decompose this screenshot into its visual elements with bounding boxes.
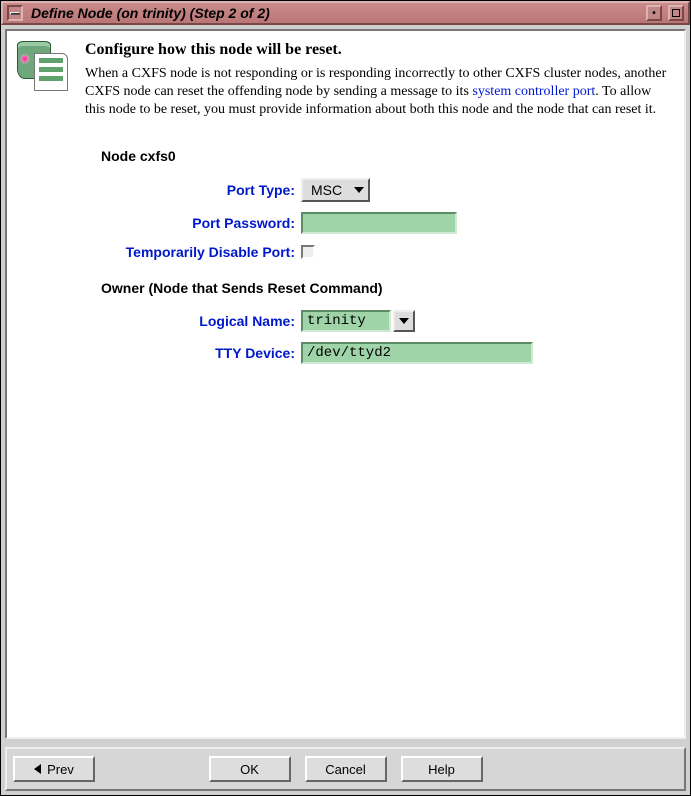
- cancel-button[interactable]: Cancel: [305, 756, 387, 782]
- cancel-button-label: Cancel: [325, 762, 365, 777]
- node-section-title: Node cxfs0: [101, 148, 674, 164]
- disable-port-checkbox[interactable]: [301, 245, 315, 259]
- port-type-arrow: [350, 180, 368, 200]
- square-icon: [672, 9, 680, 17]
- port-password-row: Port Password:: [101, 212, 674, 234]
- ok-button-label: OK: [240, 762, 259, 777]
- tty-device-row: TTY Device:: [101, 342, 674, 364]
- system-menu-button[interactable]: [7, 5, 23, 21]
- minimize-button[interactable]: •: [646, 5, 662, 21]
- port-type-row: Port Type: MSC: [101, 178, 674, 202]
- prev-button[interactable]: Prev: [13, 756, 95, 782]
- tty-device-input[interactable]: [301, 342, 533, 364]
- chevron-down-icon: [354, 187, 364, 193]
- system-controller-port-link[interactable]: system controller port: [472, 84, 595, 99]
- chevron-down-icon: [399, 318, 409, 324]
- maximize-button[interactable]: [668, 5, 684, 21]
- logical-name-input[interactable]: [301, 310, 391, 332]
- intro-text: Configure how this node will be reset. W…: [85, 39, 674, 126]
- port-type-value: MSC: [303, 180, 350, 200]
- port-password-label: Port Password:: [101, 215, 301, 231]
- dot-icon: •: [652, 8, 656, 19]
- port-type-label: Port Type:: [101, 182, 301, 198]
- logical-name-row: Logical Name:: [101, 310, 674, 332]
- owner-section-title: Owner (Node that Sends Reset Command): [101, 280, 674, 296]
- form-area: Node cxfs0 Port Type: MSC Port Password:…: [17, 148, 674, 374]
- tty-device-label: TTY Device:: [101, 345, 301, 361]
- wizard-icon: ✷: [17, 39, 71, 93]
- logical-name-dropdown-button[interactable]: [393, 310, 415, 332]
- port-type-dropdown[interactable]: MSC: [301, 178, 370, 202]
- logical-name-label: Logical Name:: [101, 313, 301, 329]
- triangle-left-icon: [34, 764, 41, 774]
- prev-button-label: Prev: [47, 762, 74, 777]
- intro-paragraph: When a CXFS node is not responding or is…: [85, 65, 674, 120]
- titlebar[interactable]: Define Node (on trinity) (Step 2 of 2) •: [1, 1, 690, 25]
- dialog-window: Define Node (on trinity) (Step 2 of 2) •…: [0, 0, 691, 796]
- port-password-input[interactable]: [301, 212, 457, 234]
- client-area: ✷ Configure how this node will be reset.…: [5, 29, 686, 739]
- system-menu-icon: [10, 12, 20, 15]
- disable-port-row: Temporarily Disable Port:: [101, 244, 674, 260]
- window-title: Define Node (on trinity) (Step 2 of 2): [29, 5, 640, 21]
- intro-heading: Configure how this node will be reset.: [85, 41, 674, 59]
- logical-name-combo[interactable]: [301, 310, 415, 332]
- disable-port-label: Temporarily Disable Port:: [101, 244, 301, 260]
- help-button-label: Help: [428, 762, 455, 777]
- help-button[interactable]: Help: [401, 756, 483, 782]
- ok-button[interactable]: OK: [209, 756, 291, 782]
- button-bar: Prev OK Cancel Help: [5, 747, 686, 791]
